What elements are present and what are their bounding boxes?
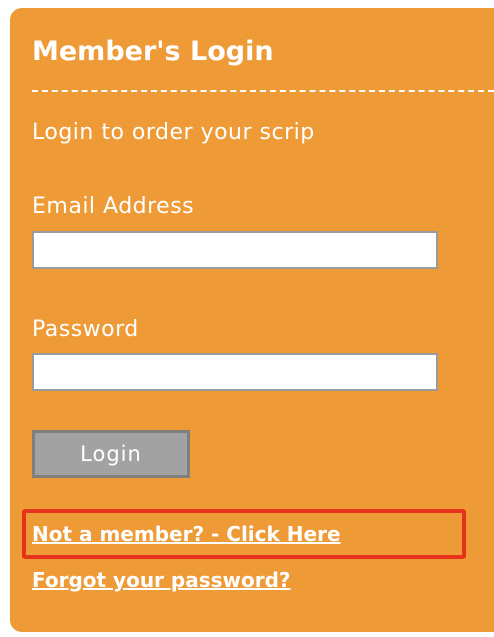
login-panel: Member's Login Login to order your scrip… xyxy=(10,8,494,632)
login-subtitle: Login to order your scrip xyxy=(32,120,315,145)
not-a-member-link[interactable]: Not a member? - Click Here xyxy=(32,524,341,544)
password-label: Password xyxy=(32,317,139,342)
title-divider xyxy=(32,90,494,92)
password-field[interactable] xyxy=(32,353,438,391)
email-field[interactable] xyxy=(32,231,438,269)
email-label: Email Address xyxy=(32,194,195,219)
login-button[interactable]: Login xyxy=(32,430,190,478)
forgot-password-link[interactable]: Forgot your password? xyxy=(32,570,291,590)
login-title: Member's Login xyxy=(32,36,274,67)
